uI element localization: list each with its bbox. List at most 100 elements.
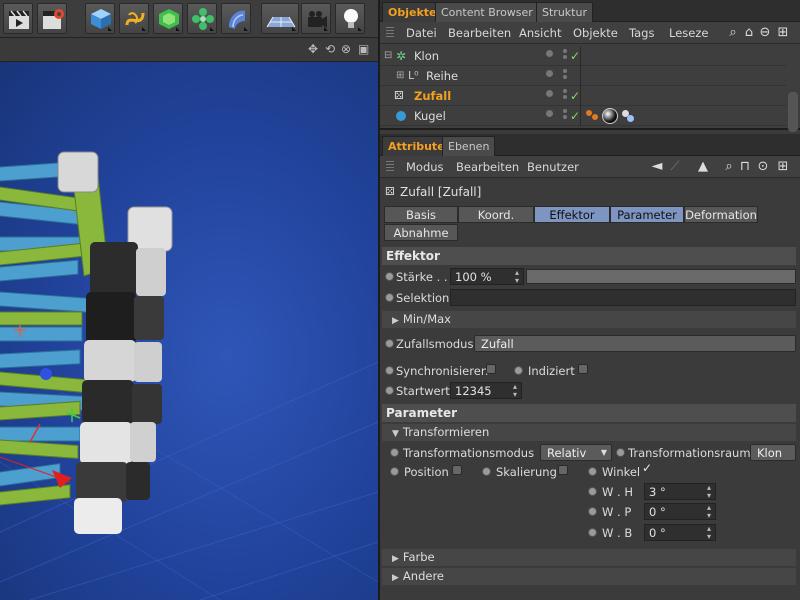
animate-dot-icon[interactable] [390,467,399,476]
options-icon[interactable]: ⊙ [756,159,770,174]
enabled-check-icon[interactable]: ✓ [570,46,580,66]
tab-content-browser[interactable]: Content Browser [435,2,539,22]
indiziert-checkbox[interactable] [578,364,588,374]
menu-benutzer[interactable]: Benutzer [527,160,579,174]
startwert-input[interactable]: 12345 ▴ ▾ [450,382,522,399]
light-bulb-icon[interactable] [335,3,365,34]
animate-dot-icon[interactable] [588,528,597,537]
stepper-icon[interactable]: ▴ ▾ [515,269,519,285]
mograph-cloner-icon[interactable] [187,3,217,34]
stepper-icon[interactable]: ▴ ▾ [707,504,711,520]
spline-icon[interactable] [119,3,149,34]
move-view-icon[interactable]: ✥ [308,42,318,56]
transformationsraum-dropdown[interactable]: Klon [750,444,796,461]
camera-icon[interactable] [301,3,331,34]
grip-icon[interactable] [386,27,394,39]
render-dot-icon[interactable] [563,49,567,53]
deformer-icon[interactable] [221,3,251,34]
animate-dot-icon[interactable] [385,386,394,395]
material-sphere-icon[interactable] [602,108,618,124]
rotate-view-icon[interactable]: ⟲ [325,42,335,56]
enabled-check-icon[interactable]: ✓ [570,86,580,106]
zufallsmodus-dropdown[interactable]: Zufall [474,335,796,352]
filter-icon[interactable]: ⊖ [758,25,772,40]
new-window-icon[interactable]: ⊞ [776,159,790,174]
group-transformieren[interactable]: ▼ Transformieren [382,424,796,441]
staerke-slider[interactable] [526,269,796,284]
animate-dot-icon[interactable] [390,448,399,457]
render-dot-icon[interactable] [563,69,567,73]
wb-input[interactable]: 0 ° ▴ ▾ [644,524,716,541]
tab-ebenen[interactable]: Ebenen [442,136,496,156]
group-farbe[interactable]: ▶ Farbe [382,549,796,566]
menu-lesezeichen[interactable]: Leseze [669,26,708,40]
back-arrow-icon[interactable]: ◄ [650,159,664,174]
clapper-render-icon[interactable] [3,3,33,34]
animate-dot-icon[interactable] [514,366,523,375]
stepper-icon[interactable]: ▴ ▾ [707,525,711,541]
tab-parameter[interactable]: Parameter [610,206,684,223]
menu-datei[interactable]: Datei [406,26,437,40]
new-window-icon[interactable]: ⊞ [776,25,790,40]
expand-icon[interactable]: ⊞ [396,66,404,86]
animate-dot-icon[interactable] [616,448,625,457]
3d-viewport[interactable] [0,62,378,600]
home-icon[interactable]: ⌂ [742,25,756,40]
cube-icon[interactable] [85,3,115,34]
tab-objekte[interactable]: Objekte [382,2,443,22]
menu-tags[interactable]: Tags [629,26,654,40]
tab-attribute[interactable]: Attribute [382,136,451,156]
animate-dot-icon[interactable] [588,467,597,476]
list-item[interactable]: ⚄ Zufall ✓ [380,86,786,106]
tab-struktur[interactable]: Struktur [536,2,593,22]
render-dot-icon[interactable] [563,89,567,93]
list-item[interactable]: ⊟ ✲ Klon ✓ [380,46,786,66]
animate-dot-icon[interactable] [588,487,597,496]
wh-input[interactable]: 3 ° ▴ ▾ [644,483,716,500]
tab-basis[interactable]: Basis [384,206,458,223]
synchronisieren-checkbox[interactable] [486,364,496,374]
list-item[interactable]: ⊞ L⁰ Reihe [380,66,786,86]
tab-effektor[interactable]: Effektor [534,206,610,223]
position-checkbox[interactable] [452,465,462,475]
wp-input[interactable]: 0 ° ▴ ▾ [644,503,716,520]
menu-modus[interactable]: Modus [406,160,444,174]
maximize-view-icon[interactable]: ▣ [358,42,369,56]
object-list-scrollbar[interactable] [788,92,798,132]
render-dot-icon[interactable] [563,109,567,113]
group-andere[interactable]: ▶ Andere [382,568,796,585]
clapper-settings-icon[interactable] [37,3,67,34]
animate-dot-icon[interactable] [385,366,394,375]
animate-dot-icon[interactable] [385,272,394,281]
forward-arrow-icon[interactable]: ⟋ [668,159,682,174]
animate-dot-icon[interactable] [482,467,491,476]
enabled-check-icon[interactable]: ✓ [570,106,580,126]
grip-icon[interactable] [386,161,394,173]
tab-abnahme[interactable]: Abnahme [384,224,458,241]
search-icon[interactable]: ⌕ [722,159,736,174]
skalierung-checkbox[interactable] [558,465,568,475]
stepper-icon[interactable]: ▴ ▾ [513,383,517,399]
menu-ansicht[interactable]: Ansicht [519,26,561,40]
nurbs-icon[interactable] [153,3,183,34]
animate-dot-icon[interactable] [385,339,394,348]
tab-deformation[interactable]: Deformation [684,206,758,223]
material-tag-icon[interactable] [586,110,592,116]
search-icon[interactable]: ⌕ [726,25,740,40]
tab-koord[interactable]: Koord. [458,206,534,223]
group-minmax[interactable]: ▶ Min/Max [382,311,796,328]
visibility-dot-icon[interactable] [546,110,553,117]
stepper-icon[interactable]: ▴ ▾ [707,484,711,500]
material-tag-2-icon[interactable] [622,110,629,117]
collapse-icon[interactable]: ⊟ [384,46,392,66]
visibility-dot-icon[interactable] [546,70,553,77]
staerke-input[interactable]: 100 % ▴ ▾ [450,268,524,285]
zoom-view-icon[interactable]: ⊗ [341,42,351,56]
menu-bearbeiten[interactable]: Bearbeiten [448,26,511,40]
transformationsmodus-dropdown[interactable]: Relativ ▼ [540,444,612,461]
selektion-field[interactable] [450,289,796,306]
visibility-dot-icon[interactable] [546,90,553,97]
animate-dot-icon[interactable] [588,507,597,516]
winkel-checkbox[interactable]: ✓ [642,461,652,475]
floor-grid-icon[interactable] [261,3,299,34]
